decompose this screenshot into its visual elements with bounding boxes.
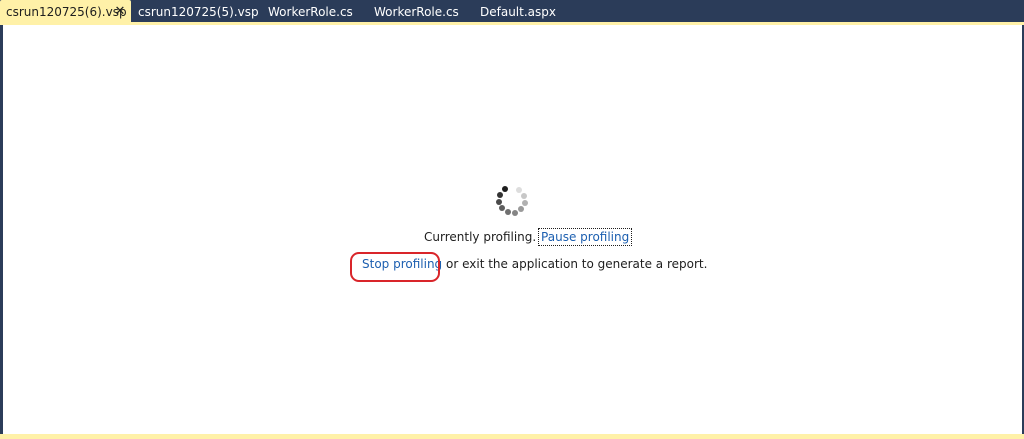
tab-csrun120725-6[interactable]: csrun120725(6).vsp ✕ [0,0,131,22]
stop-instructions-line: Stop profiling or exit the application t… [362,257,707,271]
tab-csrun120725-5[interactable]: csrun120725(5).vsp [132,0,259,22]
tab-workerrole-1[interactable]: WorkerRole.cs [262,0,362,22]
profiling-status-line: Currently profiling. Pause profiling [424,228,633,246]
stop-profiling-link[interactable]: Stop profiling [362,257,442,271]
loading-spinner-icon [496,186,528,216]
document-window: csrun120725(6).vsp ✕ csrun120725(5).vsp … [0,0,1024,439]
tab-label: csrun120725(6).vsp [6,5,127,19]
close-icon[interactable]: ✕ [113,0,127,22]
tab-workerrole-2[interactable]: WorkerRole.cs [368,0,468,22]
pause-profiling-link[interactable]: Pause profiling [538,228,633,246]
tab-label: WorkerRole.cs [374,5,459,19]
tab-label: Default.aspx [480,5,556,19]
stop-instructions-text: or exit the application to generate a re… [442,257,708,271]
bottom-accent-bar [0,434,1024,439]
tab-default-aspx[interactable]: Default.aspx [474,0,564,22]
profiling-status-text: Currently profiling. [424,230,537,244]
tab-label: csrun120725(5).vsp [138,5,259,19]
tab-label: WorkerRole.cs [268,5,353,19]
document-tab-strip: csrun120725(6).vsp ✕ csrun120725(5).vsp … [0,0,1024,22]
